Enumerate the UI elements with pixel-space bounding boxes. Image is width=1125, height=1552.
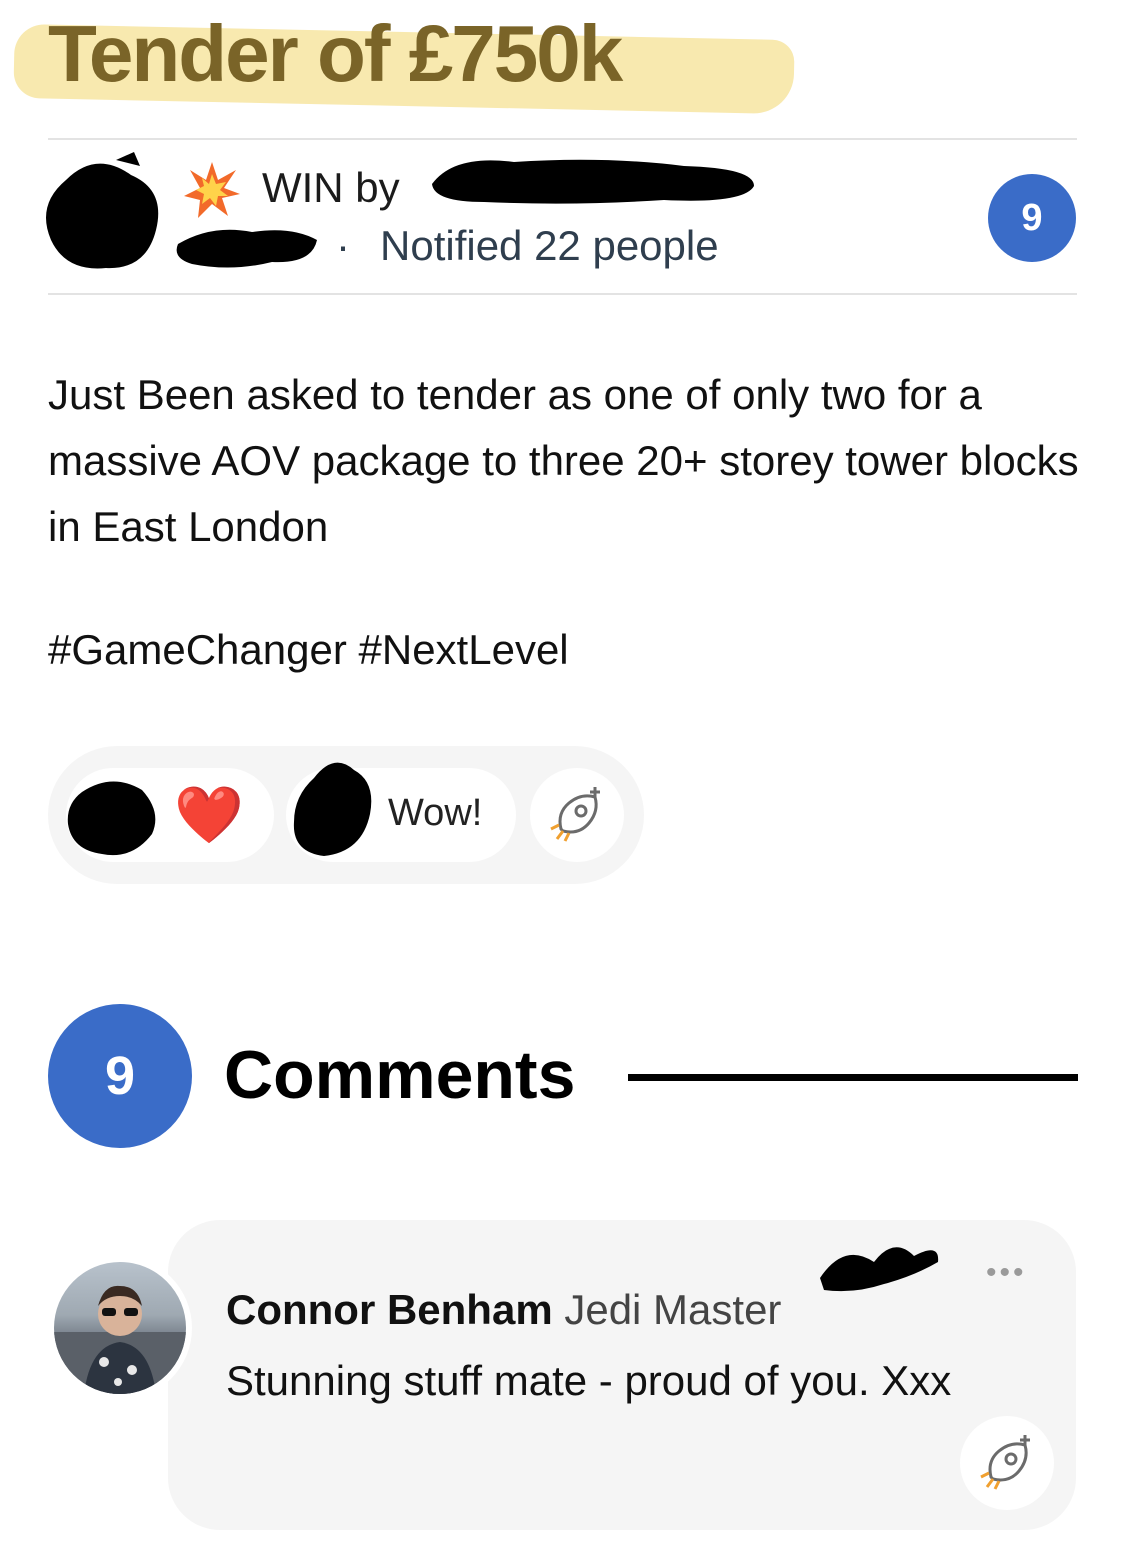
redacted-author xyxy=(432,159,754,204)
win-label: WIN by xyxy=(262,164,400,211)
comment-author[interactable]: Connor Benham xyxy=(226,1286,553,1333)
comment-author-rank: Jedi Master xyxy=(564,1286,782,1333)
top-divider xyxy=(48,138,1077,140)
rocket-icon xyxy=(980,1435,1030,1490)
collision-icon xyxy=(184,162,240,218)
redacted-reactor-2 xyxy=(293,762,372,856)
heart-emoji: ❤️ xyxy=(174,783,244,846)
comments-rule xyxy=(628,1074,1078,1081)
post-title-wrap: Tender of £750k xyxy=(13,8,795,115)
redacted-name xyxy=(176,229,317,268)
comments-heading: Comments xyxy=(224,1037,576,1113)
wow-label: Wow! xyxy=(388,792,483,834)
comment-more-button[interactable]: ••• xyxy=(986,1256,1027,1290)
post-hashtags[interactable]: #GameChanger #NextLevel xyxy=(48,626,569,674)
comment-count-badge[interactable]: 9 xyxy=(988,174,1076,262)
notified-text: Notified 22 people xyxy=(380,222,719,269)
comment-author-line: Connor Benham Jedi Master xyxy=(226,1286,781,1334)
commenter-avatar[interactable] xyxy=(48,1256,192,1400)
meta-separator: · xyxy=(336,222,350,269)
post-body: Just Been asked to tender as one of only… xyxy=(48,371,1079,550)
comment-text: Stunning stuff mate - proud of you. Xxx xyxy=(226,1357,952,1404)
post-title: Tender of £750k xyxy=(48,9,623,98)
redacted-reactor-1 xyxy=(67,781,156,856)
rocket-icon xyxy=(550,787,600,842)
comments-count-badge: 9 xyxy=(48,1004,192,1148)
redacted-comment-tag xyxy=(820,1247,939,1292)
meta-divider xyxy=(48,293,1077,295)
comment-react-button[interactable] xyxy=(960,1416,1054,1510)
commenter-photo xyxy=(54,1285,186,1394)
redacted-avatar xyxy=(46,152,159,269)
add-reaction-button[interactable] xyxy=(530,768,624,862)
